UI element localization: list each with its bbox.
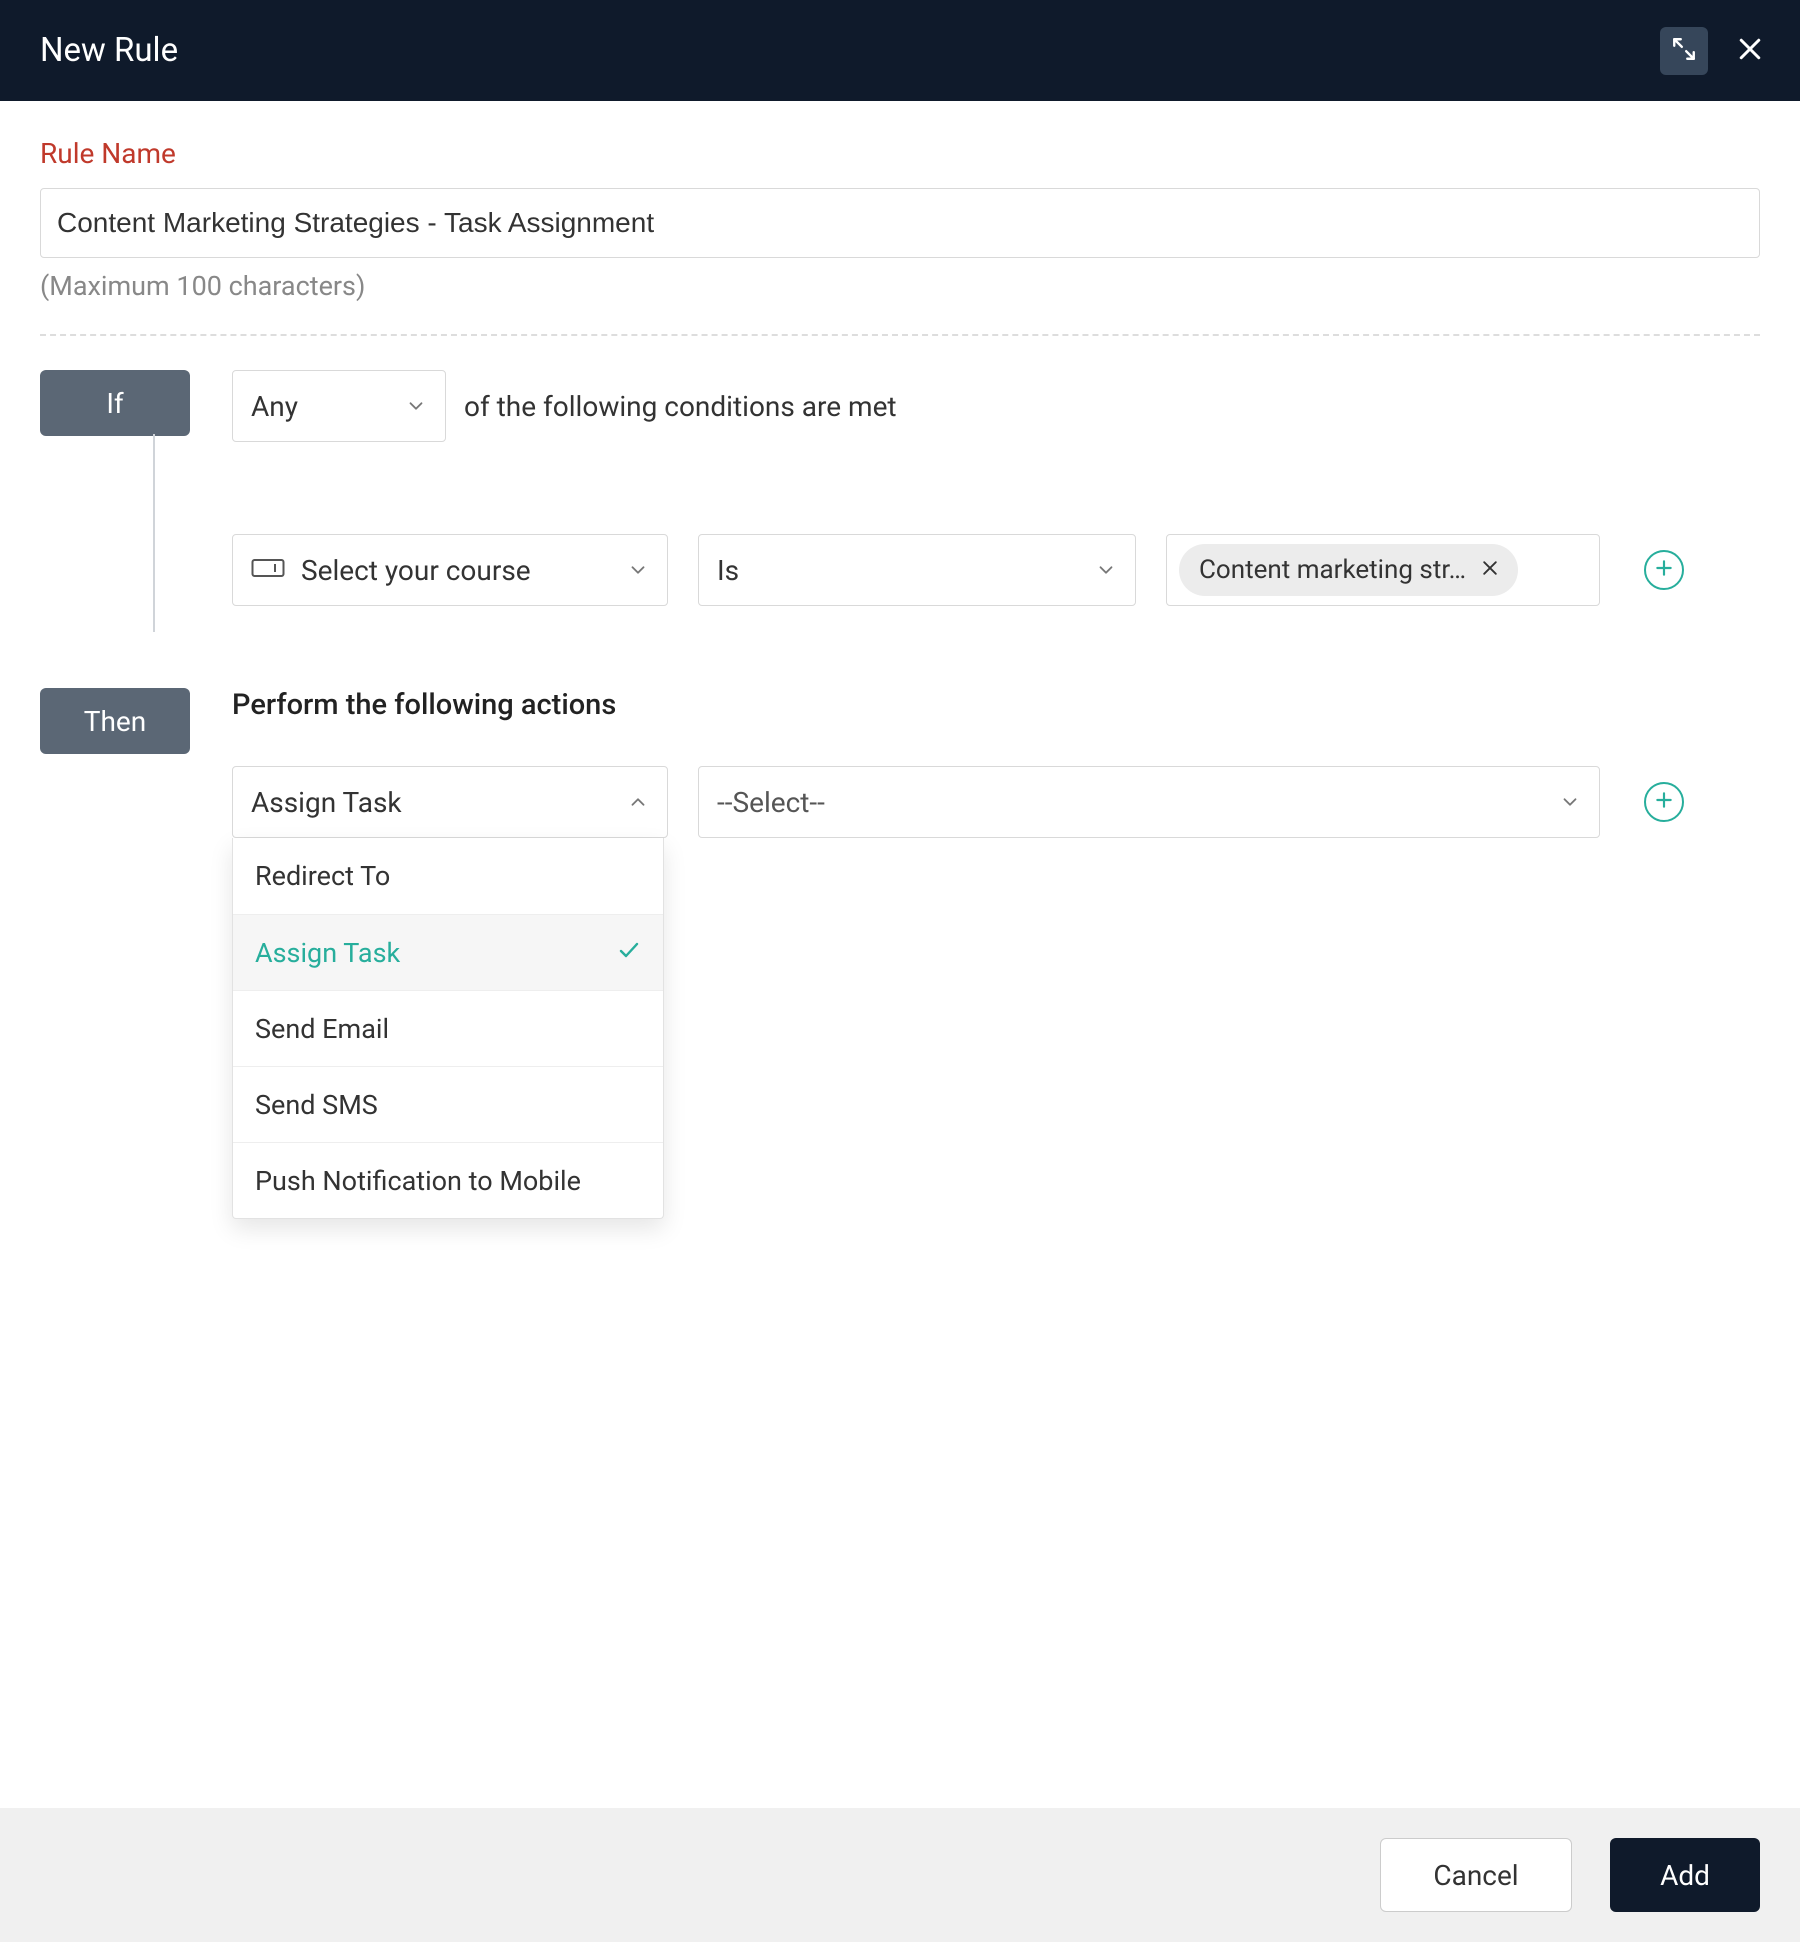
then-row: Then Perform the following actions Assig… [40,688,1760,838]
action-target-select[interactable]: --Select-- [698,766,1600,838]
condition-value-chip[interactable]: Content marketing str… [1179,544,1518,596]
modal-title: New Rule [40,31,1660,70]
rule-name-helper: (Maximum 100 characters) [40,270,1760,302]
if-pill: If [40,370,190,436]
cancel-button-label: Cancel [1433,1859,1518,1892]
add-button-label: Add [1660,1859,1710,1892]
collapse-icon [1671,36,1697,66]
check-icon [617,937,641,969]
new-rule-modal: New Rule Rule Name [0,0,1800,1942]
rule-name-input[interactable] [40,188,1760,258]
match-mode-select[interactable]: Any [232,370,446,442]
match-mode-value: Any [251,390,298,423]
form-field-icon [251,554,285,587]
chevron-down-icon [405,395,427,417]
chevron-down-icon [1095,559,1117,581]
action-option-label: Send SMS [255,1089,378,1121]
action-target-placeholder: --Select-- [717,786,825,819]
chevron-down-icon [627,559,649,581]
action-row: Assign Task Redirect To [232,766,1760,838]
if-content: Any of the following conditions are met [232,370,1760,606]
add-button[interactable]: Add [1610,1838,1760,1912]
condition-row: Select your course Is [232,534,1760,606]
condition-value-text: Content marketing str… [1199,555,1466,585]
action-option-label: Redirect To [255,860,390,892]
chip-remove-icon[interactable] [1480,555,1500,585]
if-suffix-text: of the following conditions are met [464,390,897,423]
action-option-label: Assign Task [255,937,400,969]
condition-field-select[interactable]: Select your course [232,534,668,606]
action-option-push-notification[interactable]: Push Notification to Mobile [233,1142,663,1218]
modal-body: Rule Name (Maximum 100 characters) If An… [0,101,1800,1808]
then-heading: Perform the following actions [232,688,1760,722]
action-option-assign-task[interactable]: Assign Task [233,914,663,990]
then-pill: Then [40,688,190,754]
action-type-select[interactable]: Assign Task [232,766,668,838]
action-option-send-sms[interactable]: Send SMS [233,1066,663,1142]
collapse-button[interactable] [1660,27,1708,75]
header-actions [1660,27,1774,75]
action-type-dropdown: Redirect To Assign Task Send Email [232,838,664,1219]
section-divider [40,334,1760,336]
cancel-button[interactable]: Cancel [1380,1838,1572,1912]
if-row: If Any of the following conditions are m… [40,370,1760,606]
chevron-up-icon [627,791,649,813]
plus-icon [1654,558,1674,582]
action-option-redirect[interactable]: Redirect To [233,838,663,914]
add-condition-button[interactable] [1644,550,1684,590]
close-button[interactable] [1726,27,1774,75]
action-option-label: Send Email [255,1013,389,1045]
condition-field-label: Select your course [301,554,531,587]
chevron-down-icon [1559,791,1581,813]
rule-builder: If Any of the following conditions are m… [40,370,1760,838]
close-icon [1735,34,1765,68]
connector-line [153,434,155,632]
rule-name-label: Rule Name [40,137,1760,170]
modal-header: New Rule [0,0,1800,101]
action-type-value: Assign Task [251,786,402,819]
condition-operator-value: Is [717,554,739,587]
action-option-label: Push Notification to Mobile [255,1165,581,1197]
action-option-send-email[interactable]: Send Email [233,990,663,1066]
plus-icon [1654,790,1674,814]
condition-value-box[interactable]: Content marketing str… [1166,534,1600,606]
modal-footer: Cancel Add [0,1808,1800,1942]
then-content: Perform the following actions Assign Tas… [232,688,1760,838]
add-action-button[interactable] [1644,782,1684,822]
condition-operator-select[interactable]: Is [698,534,1136,606]
